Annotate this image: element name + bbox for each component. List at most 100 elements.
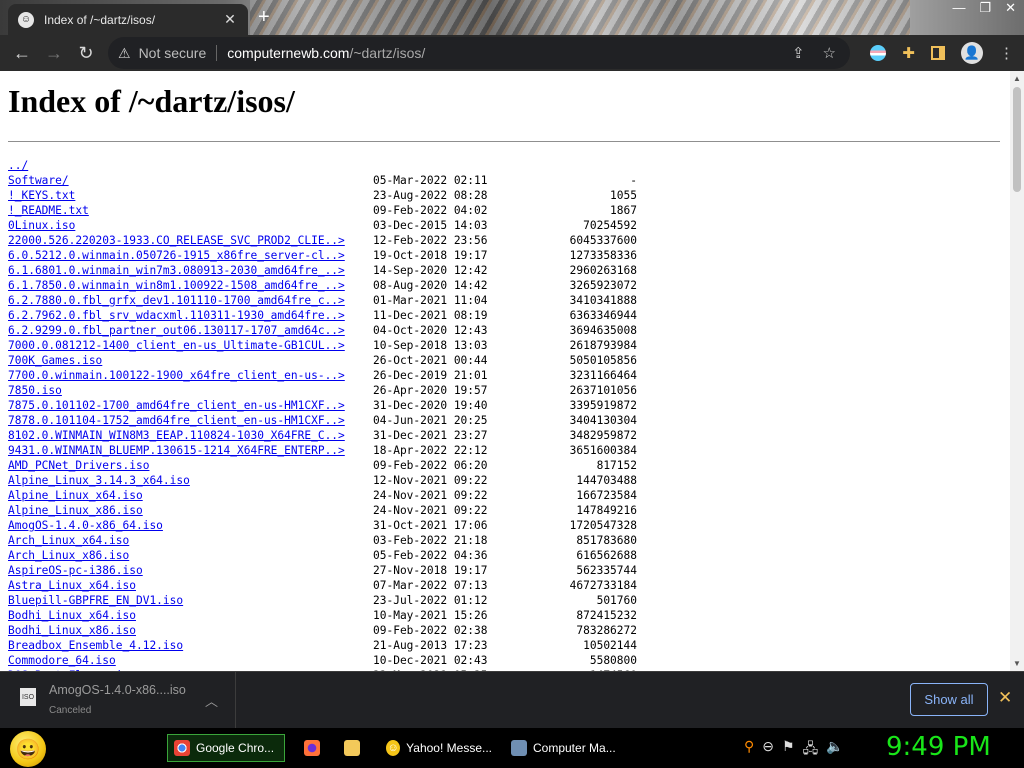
file-size: 2618793984 [569,339,637,352]
file-size: 10502144 [583,639,637,652]
file-link[interactable]: 6.2.9299.0.fbl_partner_out06.130117-1707… [8,323,345,338]
file-link[interactable]: 6.0.5212.0.winmain.050726-1915_x86fre_se… [8,248,345,263]
chevron-up-icon[interactable]: ︿ [205,691,218,710]
file-link[interactable]: 7000.0.081212-1400_client_en-us_Ultimate… [8,338,345,353]
file-link[interactable]: 6.2.7962.0.fbl_srv_wdacxml.110311-1930_a… [8,308,345,323]
task-firefox[interactable] [298,734,332,762]
minus-circle-icon[interactable]: ⊖ [762,738,774,762]
security-label[interactable]: Not secure [139,45,207,61]
profile-avatar-icon[interactable]: 👤 [961,42,983,64]
task-label: Computer Ma... [533,741,616,755]
task-yahoo-messenger[interactable]: ☺ Yahoo! Messe... [380,734,498,762]
url-path[interactable]: /~dartz/isos/ [349,45,425,61]
file-size: 1720547328 [569,519,637,532]
file-date: 19-Oct-2018 19:17 [373,249,488,262]
minimize-icon[interactable]: — [952,0,965,16]
file-link[interactable]: ../ [8,158,28,173]
file-link[interactable]: Alpine_Linux_3.14.3_x64.iso [8,473,190,488]
file-date: 07-Mar-2022 07:13 [373,579,488,592]
file-link[interactable]: Software/ [8,173,69,188]
side-panel-icon[interactable] [931,46,945,60]
tab-active[interactable]: ☺ Index of /~dartz/isos/ ✕ [8,4,248,35]
file-link[interactable]: 7700.0.winmain.100122-1900_x64fre_client… [8,368,345,383]
file-date: 03-Feb-2022 21:18 [373,534,488,547]
file-link[interactable]: 7878.0.101104-1752_amd64fre_client_en-us… [8,413,345,428]
file-date: 10-Sep-2018 13:03 [373,339,488,352]
file-link[interactable]: 700K_Games.iso [8,353,102,368]
reload-icon[interactable]: ↻ [70,37,102,69]
file-link[interactable]: 7850.iso [8,383,62,398]
vertical-scrollbar[interactable]: ▲ ▼ [1010,71,1024,671]
file-link[interactable]: 8102.0.WINMAIN_WIN8M3_EEAP.110824-1030_X… [8,428,345,443]
file-link[interactable]: AmogOS-1.4.0-x86_64.iso [8,518,163,533]
file-link[interactable]: Arch_Linux_x86.iso [8,548,129,563]
extension-flag-icon[interactable] [870,45,887,61]
clock[interactable]: 9:49 PM [886,732,991,762]
url-host[interactable]: computernewb.com [227,45,349,61]
file-link[interactable]: 22000.526.220203-1933.CO_RELEASE_SVC_PRO… [8,233,345,248]
file-link[interactable]: 6.1.7850.0.winmain_win8m1.100922-1508_am… [8,278,345,293]
forward-icon[interactable]: → [38,37,70,69]
file-link[interactable]: AspireOS-pc-i386.iso [8,563,143,578]
scroll-up-icon[interactable]: ▲ [1012,74,1022,83]
tab-close-icon[interactable]: ✕ [222,11,238,28]
file-link[interactable]: !_KEYS.txt [8,188,75,203]
address-bar[interactable]: ⚠ Not secure computernewb.com/~dartz/iso… [108,37,850,69]
file-link[interactable]: 6.1.6801.0.winmain_win7m3.080913-2030_am… [8,263,345,278]
network-icon[interactable]: 🖧 [803,738,819,762]
page-title: Index of /~dartz/isos/ [8,83,295,119]
file-link[interactable]: 9431.0.WINMAIN_BLUEMP.130615-1214_X64FRE… [8,443,345,458]
file-date: 09-Feb-2022 02:38 [373,624,488,637]
maximize-icon[interactable]: ❐ [979,0,991,16]
warning-icon[interactable]: ⚠ [118,45,131,62]
divider [8,141,1000,142]
scrollbar-thumb[interactable] [1013,87,1021,192]
download-filename[interactable]: AmogOS-1.4.0-x86....iso [49,683,186,697]
file-link[interactable]: 6.2.7880.0.fbl_grfx_dev1.101110-1700_amd… [8,293,345,308]
file-link[interactable]: Bodhi_Linux_x86.iso [8,623,136,638]
listing-row: !_README.txt 09-Feb-2022 04:02 1867 [0,203,1010,218]
file-link[interactable]: Bluepill-GBPFRE_EN_DV1.iso [8,593,183,608]
file-link[interactable]: Breadbox_Ensemble_4.12.iso [8,638,183,653]
file-link[interactable]: Astra_Linux_x64.iso [8,578,136,593]
close-icon[interactable]: ✕ [998,688,1012,708]
file-link[interactable]: Bodhi_Linux_x64.iso [8,608,136,623]
file-size: 70254592 [583,219,637,232]
flag-icon[interactable]: ⚑ [782,738,795,762]
extensions-puzzle-icon[interactable]: ✚ [902,44,915,62]
new-tab-icon[interactable]: + [258,6,270,29]
file-date: 12-Nov-2021 09:22 [373,474,488,487]
task-computer-management[interactable]: Computer Ma... [505,734,627,762]
file-link[interactable]: 7875.0.101102-1700_amd64fre_client_en-us… [8,398,345,413]
share-icon[interactable]: ⇪ [792,44,805,62]
close-window-icon[interactable]: ✕ [1005,0,1016,16]
file-link[interactable]: Arch_Linux_x64.iso [8,533,129,548]
file-link[interactable]: Alpine_Linux_x86.iso [8,503,143,518]
start-button-smiley-icon[interactable]: 😀 [10,731,46,767]
listing-row: 9431.0.WINMAIN_BLUEMP.130615-1214_X64FRE… [0,443,1010,458]
volume-icon[interactable]: 🔈 [826,738,843,762]
show-all-button[interactable]: Show all [910,683,988,716]
download-item[interactable]: ISO AmogOS-1.4.0-x86....iso Canceled ︿ [0,672,236,729]
listing-row: Alpine_Linux_x64.iso 24-Nov-2021 09:22 166… [0,488,1010,503]
file-link[interactable]: AMD_PCNet_Drivers.iso [8,458,149,473]
file-link[interactable]: Commodore_64.iso [8,653,116,668]
scroll-down-icon[interactable]: ▼ [1012,659,1022,668]
back-icon[interactable]: ← [6,37,38,69]
listing-row: 7700.0.winmain.100122-1900_x64fre_client… [0,368,1010,383]
iso-file-icon: ISO [20,688,36,706]
file-date: 26-Oct-2021 00:44 [373,354,488,367]
file-link[interactable]: !_README.txt [8,203,89,218]
task-file-explorer[interactable] [338,734,372,762]
file-date: 21-Aug-2013 17:23 [373,639,488,652]
search-icon[interactable]: ⚲ [744,738,754,762]
browser-toolbar: ← → ↻ ⚠ Not secure computernewb.com/~dar… [0,35,1024,71]
task-google-chrome[interactable]: Google Chro... [167,734,285,762]
file-size: 2960263168 [569,264,637,277]
file-date: 23-Jul-2022 01:12 [373,594,488,607]
menu-kebab-icon[interactable]: ⋮ [999,44,1014,62]
listing-row: 0Linux.iso 03-Dec-2015 14:03 70254592 [0,218,1010,233]
file-link[interactable]: Alpine_Linux_x64.iso [8,488,143,503]
bookmark-star-icon[interactable]: ☆ [823,44,836,62]
file-link[interactable]: 0Linux.iso [8,218,75,233]
